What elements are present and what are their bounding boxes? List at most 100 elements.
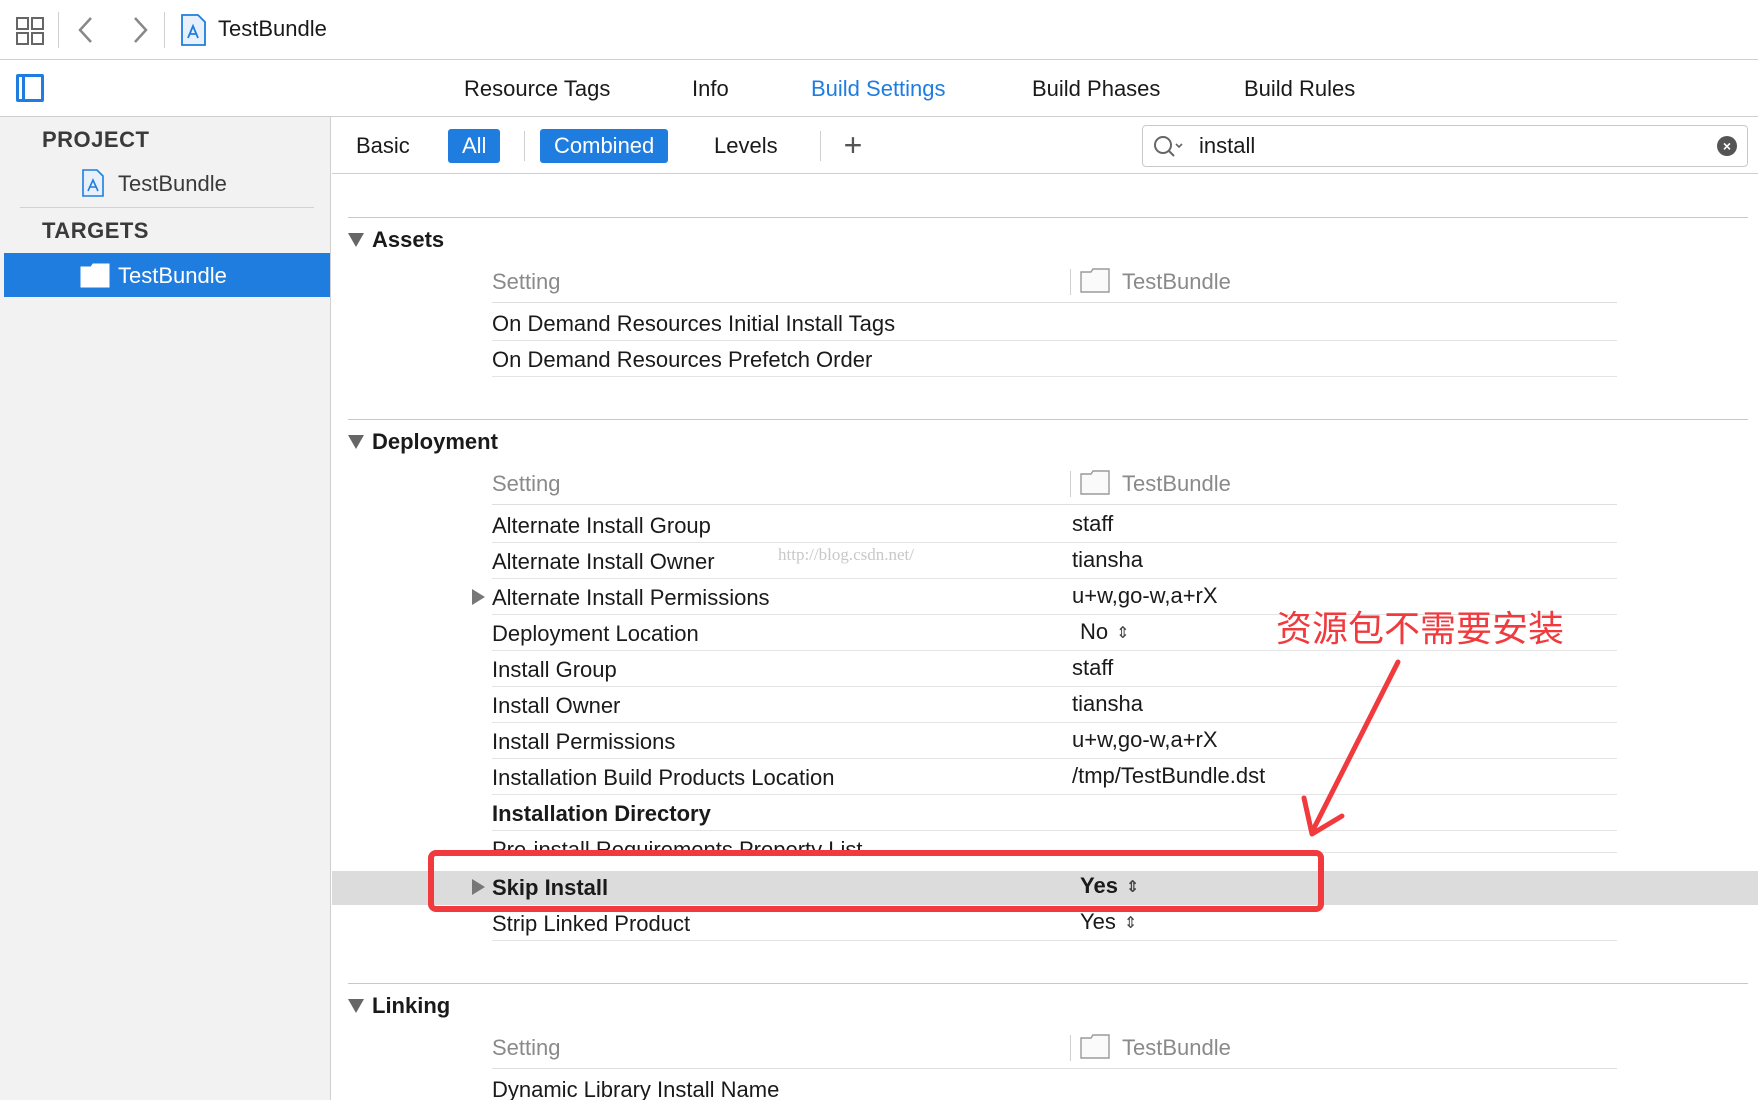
bundle-icon — [80, 261, 110, 289]
section-title-linking[interactable]: Linking — [372, 993, 450, 1019]
setting-value[interactable]: staff — [1072, 511, 1113, 537]
column-header: Setting TestBundle — [492, 1027, 1617, 1069]
setting-name: On Demand Resources Prefetch Order — [492, 347, 873, 372]
section-divider — [348, 983, 1748, 984]
setting-row[interactable]: Installation Directory — [492, 795, 1617, 831]
setting-row[interactable]: Installation Build Products Location /tm… — [492, 759, 1617, 795]
target-bundle-icon — [1080, 1033, 1110, 1059]
add-setting-plus-icon[interactable]: + — [840, 129, 866, 161]
annotation-highlight-box — [428, 850, 1324, 912]
setting-value[interactable]: /tmp/TestBundle.dst — [1072, 763, 1265, 789]
setting-name: Alternate Install Group — [492, 513, 711, 538]
back-chevron-icon[interactable] — [74, 14, 98, 46]
setting-name: Installation Directory — [492, 801, 711, 826]
setting-value-popup[interactable]: Yes ⇕ — [1080, 909, 1137, 935]
column-header-target: TestBundle — [1122, 269, 1231, 294]
editor-tab-bar: Resource Tags Info Build Settings Build … — [0, 60, 1758, 117]
tab-build-settings[interactable]: Build Settings — [811, 76, 946, 102]
targets-header: TARGETS — [42, 218, 149, 243]
tab-info[interactable]: Info — [692, 76, 729, 102]
search-input[interactable] — [1199, 132, 1699, 160]
breadcrumb-title[interactable]: TestBundle — [218, 16, 327, 42]
clear-search-icon[interactable]: × — [1717, 136, 1737, 156]
toolbar-divider — [164, 12, 165, 48]
tab-build-rules[interactable]: Build Rules — [1244, 76, 1355, 102]
setting-row[interactable]: On Demand Resources Prefetch Order — [492, 341, 1617, 377]
up-down-stepper-icon: ⇕ — [1123, 915, 1138, 933]
section-title-deployment[interactable]: Deployment — [372, 429, 498, 455]
section-divider — [348, 217, 1748, 218]
column-header-target: TestBundle — [1122, 1035, 1231, 1060]
sidebar-item-target[interactable]: TestBundle — [4, 253, 330, 297]
related-items-grid-icon[interactable] — [16, 17, 44, 45]
top-toolbar: TestBundle — [0, 0, 1758, 60]
column-divider — [1070, 269, 1071, 295]
column-header-setting: Setting — [492, 471, 561, 496]
setting-row[interactable]: Install Owner tiansha — [492, 687, 1617, 723]
setting-name: Install Group — [492, 657, 617, 682]
sidebar-divider — [20, 207, 314, 208]
sidebar-item-label: TestBundle — [118, 171, 227, 196]
disclosure-triangle-icon[interactable] — [348, 233, 364, 247]
annotation-text: 资源包不需要安装 — [1276, 609, 1565, 650]
toolbar-divider — [58, 12, 59, 48]
build-settings-filter-bar: Basic All Combined Levels + × — [332, 117, 1758, 174]
target-bundle-icon — [1080, 469, 1110, 495]
filter-levels-button[interactable]: Levels — [700, 129, 792, 163]
column-header: Setting TestBundle — [492, 463, 1617, 505]
annotation-arrow-icon — [1301, 659, 1401, 837]
disclosure-triangle-icon[interactable] — [348, 999, 364, 1013]
setting-value[interactable]: u+w,go-w,a+rX — [1072, 727, 1218, 753]
project-file-icon — [180, 14, 206, 46]
filter-basic-button[interactable]: Basic — [342, 129, 424, 163]
setting-name: Installation Build Products Location — [492, 765, 835, 790]
section-divider — [348, 419, 1748, 420]
setting-name: Alternate Install Owner — [492, 549, 715, 574]
setting-row[interactable]: Install Permissions u+w,go-w,a+rX — [492, 723, 1617, 759]
setting-row[interactable]: Alternate Install Owner tiansha — [492, 543, 1617, 579]
column-header-setting: Setting — [492, 269, 561, 294]
setting-row[interactable]: Dynamic Library Install Name — [492, 1071, 1617, 1100]
setting-row[interactable]: Alternate Install Group staff — [492, 507, 1617, 543]
setting-name: Alternate Install Permissions — [492, 585, 770, 610]
setting-value-popup[interactable]: No ⇕ — [1080, 619, 1130, 645]
tab-build-phases[interactable]: Build Phases — [1032, 76, 1160, 102]
setting-name: Install Owner — [492, 693, 621, 718]
filter-combined-button[interactable]: Combined — [540, 129, 669, 163]
setting-value: No — [1080, 619, 1109, 644]
setting-value: Yes — [1080, 909, 1116, 934]
column-header: Setting TestBundle — [492, 261, 1617, 303]
sidebar-item-label: TestBundle — [118, 263, 227, 288]
setting-value[interactable]: tiansha — [1072, 691, 1143, 717]
tab-resource-tags[interactable]: Resource Tags — [464, 76, 610, 102]
filter-all-button[interactable]: All — [448, 129, 501, 163]
watermark-text: http://blog.csdn.net/ — [778, 545, 914, 564]
setting-name: Strip Linked Product — [492, 911, 691, 936]
setting-name: On Demand Resources Initial Install Tags — [492, 311, 896, 336]
setting-row[interactable]: On Demand Resources Initial Install Tags — [492, 305, 1617, 341]
sidebar-toggle-icon[interactable] — [16, 74, 44, 102]
up-down-stepper-icon: ⇕ — [1116, 625, 1130, 643]
setting-name: Dynamic Library Install Name — [492, 1077, 780, 1100]
search-field[interactable]: × — [1142, 125, 1748, 167]
filter-divider — [524, 131, 525, 161]
section-title-assets[interactable]: Assets — [372, 227, 444, 253]
search-icon — [1153, 134, 1185, 160]
filter-divider — [820, 131, 821, 161]
target-bundle-icon — [1080, 267, 1110, 293]
column-header-target: TestBundle — [1122, 471, 1231, 496]
setting-name: Install Permissions — [492, 729, 676, 754]
sidebar-item-project[interactable]: TestBundle — [4, 161, 330, 205]
expand-triangle-icon[interactable] — [472, 589, 485, 605]
setting-row[interactable]: Install Group staff — [492, 651, 1617, 687]
project-file-icon — [80, 169, 106, 197]
column-divider — [1070, 1035, 1071, 1061]
forward-chevron-icon[interactable] — [128, 14, 152, 46]
setting-value[interactable]: tiansha — [1072, 547, 1143, 573]
setting-value[interactable]: staff — [1072, 655, 1113, 681]
disclosure-triangle-icon[interactable] — [348, 435, 364, 449]
setting-value[interactable]: u+w,go-w,a+rX — [1072, 583, 1218, 609]
column-divider — [1070, 471, 1071, 497]
project-header: PROJECT — [42, 127, 150, 152]
column-header-setting: Setting — [492, 1035, 561, 1060]
